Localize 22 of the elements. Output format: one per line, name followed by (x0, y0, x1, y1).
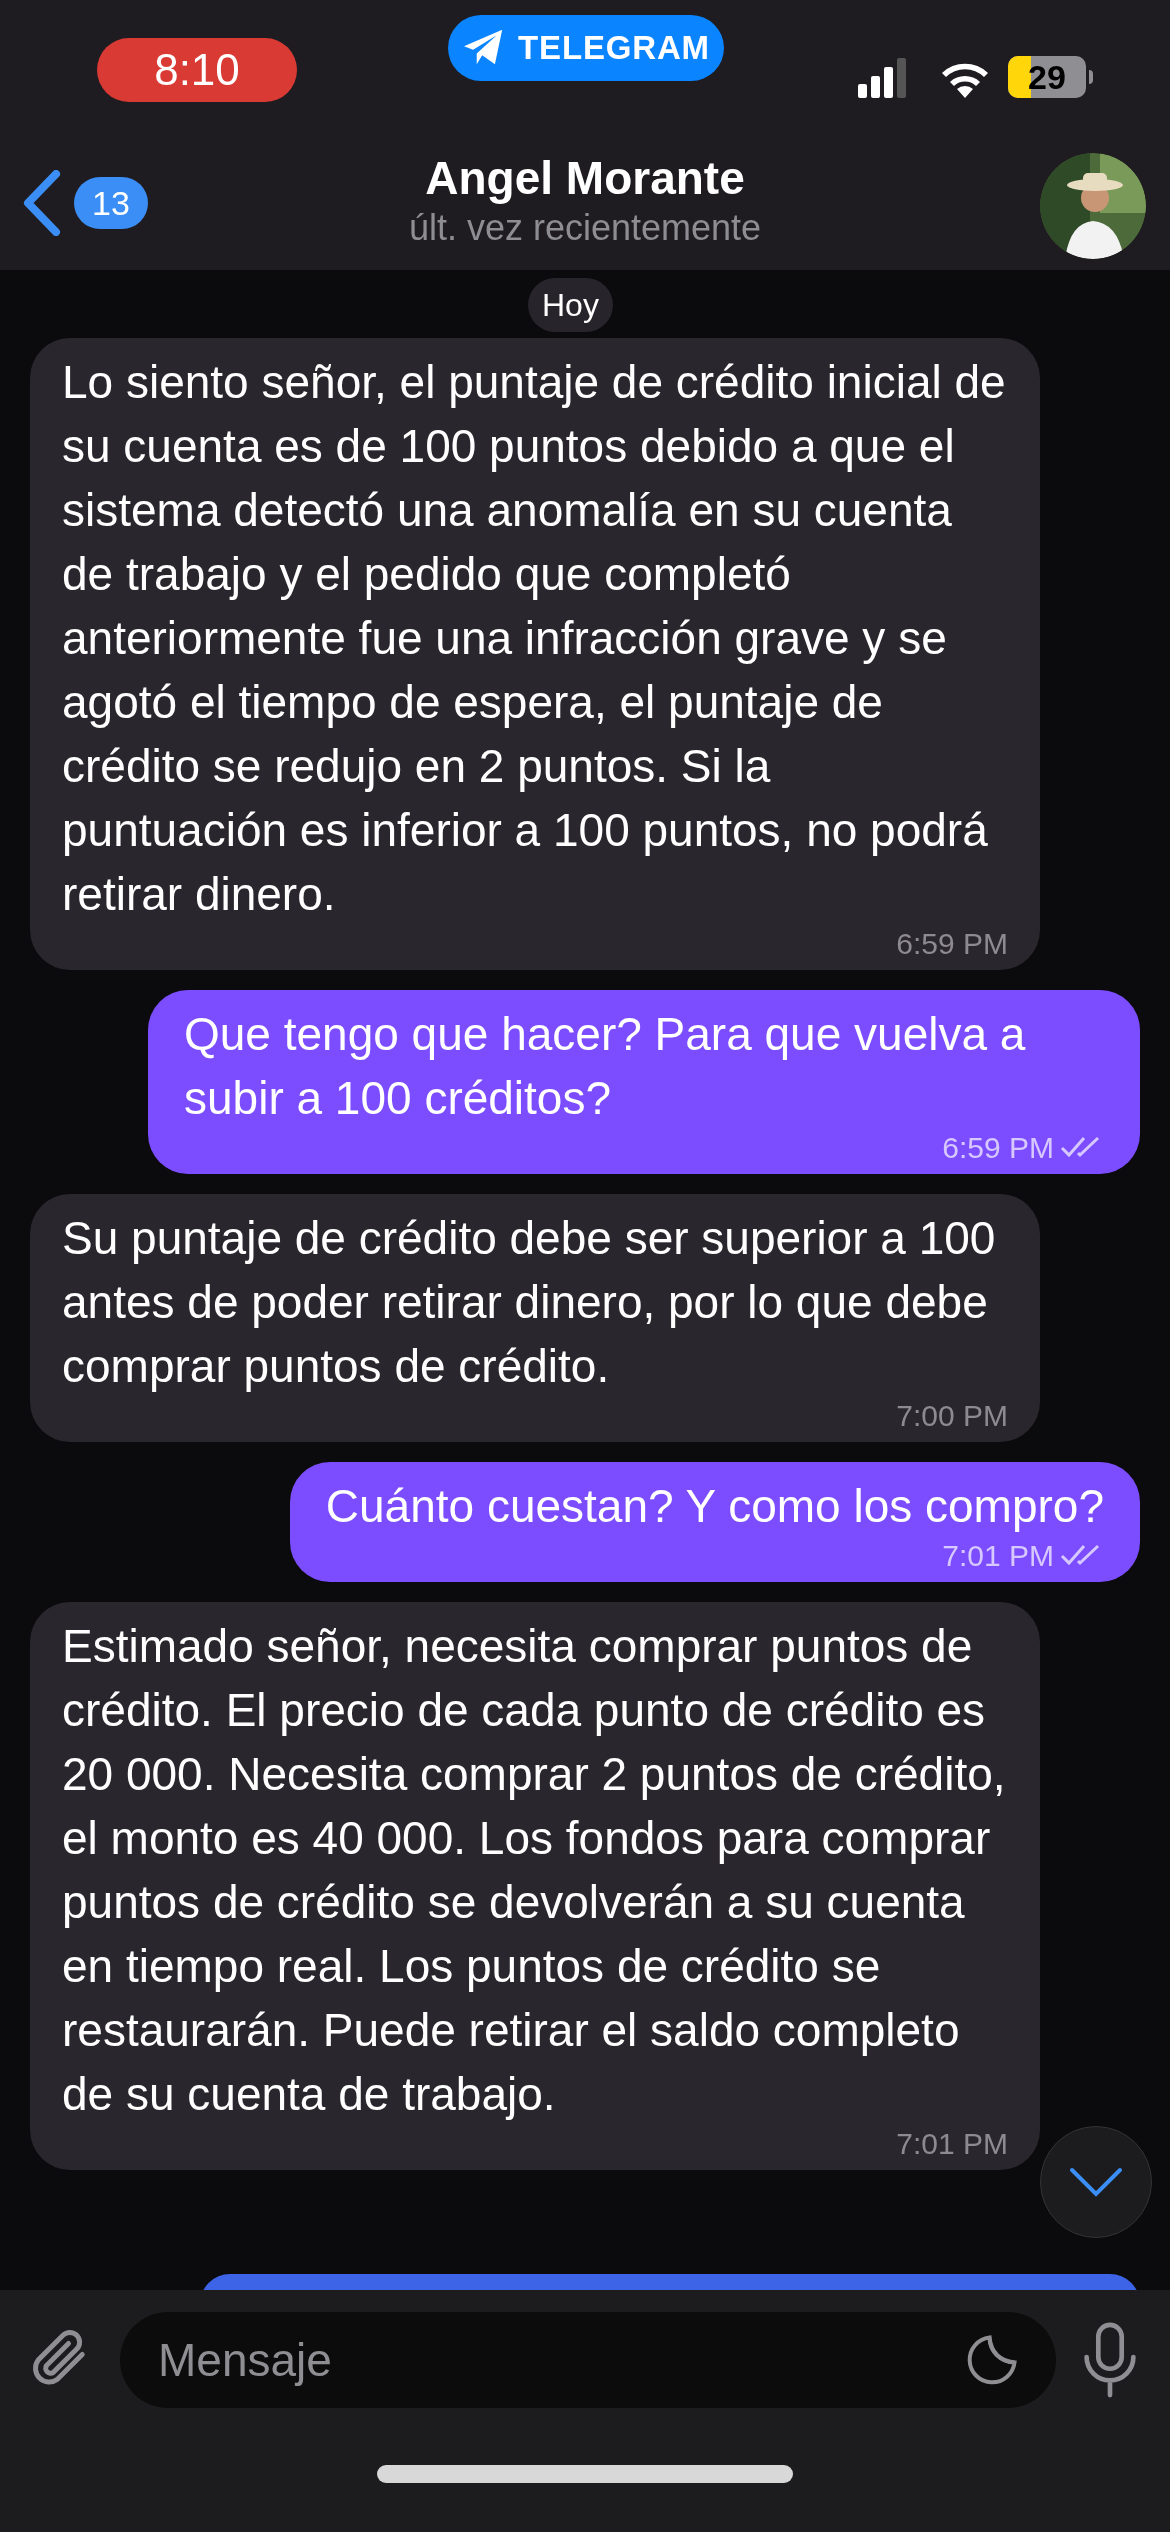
message-text: Lo siento señor, el puntaje de crédito inicial de su cuenta es de 100 puntos debido a que el sistema detectó una anomalía en su cuenta de trabajo y el pedido que completó anteriormente fue una infracción grave y se agotó el tiempo de espera, el puntaje de crédito se redujo en 2 puntos. Si la puntuación es inferior a 100 puntos, no podrá retirar dinero. (62, 355, 1007, 922)
message-text: Cuánto cuestan? Y como los compro? (325, 1479, 1104, 1534)
message-time: 6:59 PM (942, 1129, 1054, 1166)
app-name: TELEGRAM (518, 28, 710, 69)
back-button[interactable]: 13 (22, 170, 148, 236)
message-time: 6:59 PM (896, 925, 1008, 962)
app-pill[interactable]: TELEGRAM (448, 15, 724, 81)
contact-name: Angel Morante (425, 151, 745, 206)
chevron-down-icon (1069, 2167, 1123, 2197)
message-time: 7:01 PM (942, 1537, 1054, 1574)
status-time: 8:10 (97, 38, 297, 102)
message-text: Su puntaje de crédito debe ser superior a 100 antes de poder retirar dinero, por lo que debe comprar puntos de crédito. (62, 1211, 997, 1394)
date-pill: Hoy (528, 278, 613, 332)
last-seen-text: últ. vez recientemente (408, 206, 762, 250)
signal-icon (858, 58, 908, 98)
message-text: Estimado señor, necesita comprar puntos de crédito. El precio de cada punto de crédito es 20 000. Necesita comprar 2 puntos de crédito, el monto es 40 000. Los fondos para comprar puntos de crédito se devolverán a su cuenta en tiempo real. Los puntos de crédito se restaurarán. Puede retirar el saldo completo de su cuenta de trabajo. (62, 1619, 1007, 2122)
message-text: Que tengo que hacer? Para que vuelva a subir a 100 créditos? (184, 1007, 1027, 1126)
back-chevron-icon (22, 170, 62, 236)
message-field[interactable]: Mensaje (120, 2312, 1056, 2408)
message-time: 7:00 PM (896, 1397, 1008, 1434)
message-time: 7:01 PM (896, 2125, 1008, 2162)
unread-badge: 13 (74, 177, 148, 229)
